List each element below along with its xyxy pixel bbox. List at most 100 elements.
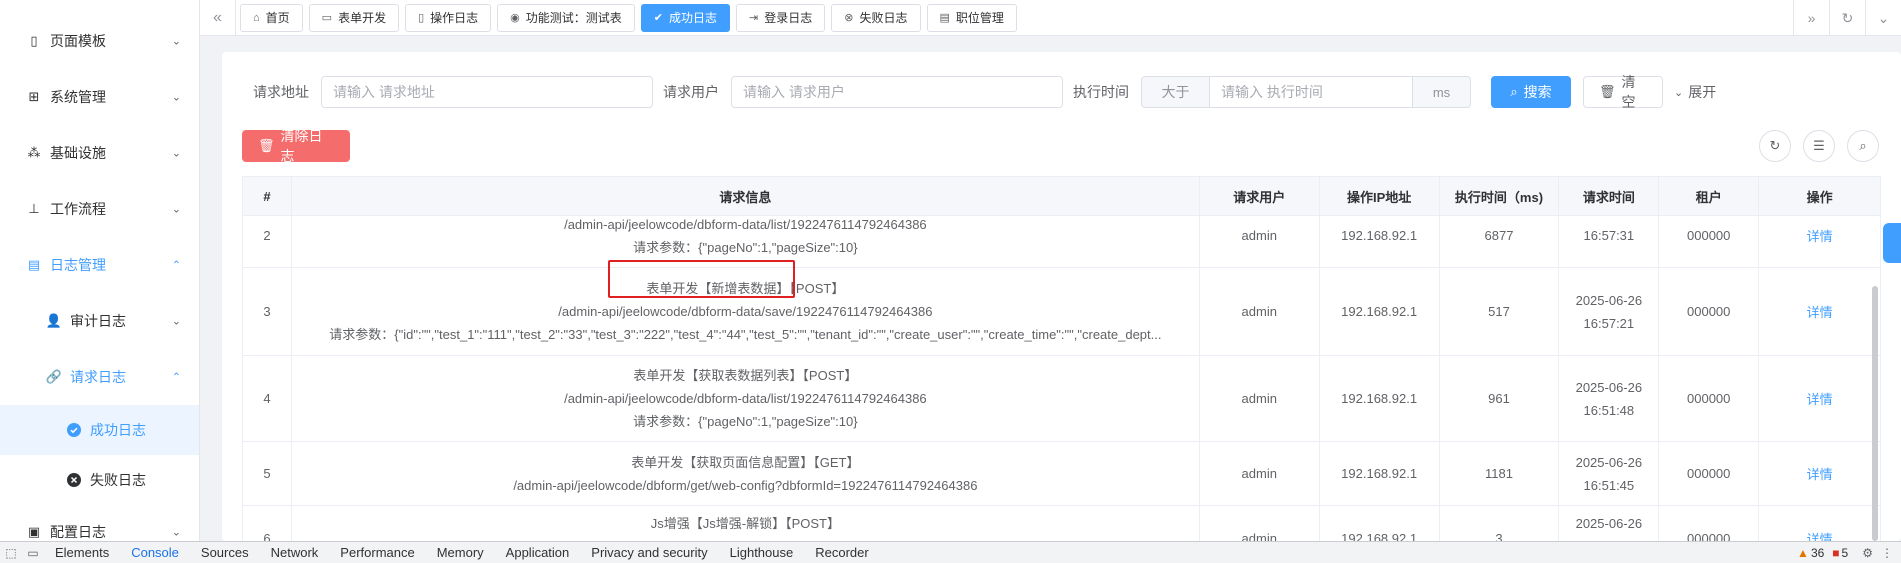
device-toggle-icon[interactable]: ▭ <box>22 546 44 560</box>
sidebar-item-success-log[interactable]: 成功日志 <box>0 405 199 455</box>
cell-user: admin <box>1200 506 1320 541</box>
close-circle-icon: ⊗ <box>844 12 854 24</box>
tab-home[interactable]: ⌂ 首页 <box>240 3 303 32</box>
user-input[interactable]: 请输入 请求用户 <box>731 76 1063 108</box>
form-icon: ▭ <box>321 12 333 24</box>
url-input[interactable]: 请输入 请求地址 <box>321 76 653 108</box>
tab-form-dev[interactable]: ▭ 表单开发 <box>308 3 400 32</box>
devtools-tab-application[interactable]: Application <box>495 542 581 563</box>
clear-button[interactable]: 🗑 清空 <box>1583 74 1663 110</box>
detail-link[interactable]: 详情 <box>1759 506 1880 542</box>
cell-request-info: 表单开发【新增表数据】【POST】 /admin-api/jeelowcode/… <box>292 268 1200 355</box>
time-compare-select[interactable]: 大于 <box>1141 76 1209 108</box>
sidebar-item-page-templates[interactable]: ▯ 页面模板 ⌄ <box>0 16 199 66</box>
tabs-scroll-left-button[interactable]: « <box>200 0 236 36</box>
tab-failure-log[interactable]: ⊗ 失败日志 <box>831 3 921 32</box>
sidebar-item-label: 审计日志 <box>70 313 126 329</box>
sidebar-item-infrastructure[interactable]: ⁂ 基础设施 ⌄ <box>0 128 199 178</box>
clear-logs-button[interactable]: 🗑 清除日志 <box>242 128 350 164</box>
detail-link[interactable]: 详情 <box>1759 268 1880 355</box>
time-input[interactable]: 请输入 执行时间 <box>1209 76 1413 108</box>
more-icon[interactable]: ⋮ <box>1881 546 1893 560</box>
detail-link[interactable]: 详情 <box>1759 356 1880 441</box>
cell-duration: 3 <box>1440 506 1560 541</box>
col-request-info: 请求信息 <box>292 177 1200 216</box>
cell-duration: 517 <box>1440 268 1560 355</box>
sidebar-item-system[interactable]: ⊞ 系统管理 ⌄ <box>0 72 199 122</box>
sidebar-item-audit-log[interactable]: 👤 审计日志 ⌄ <box>0 296 199 346</box>
inspect-icon[interactable]: ⬚ <box>0 546 22 560</box>
tab-login-log[interactable]: ⇥ 登录日志 <box>736 3 826 32</box>
refresh-button[interactable]: ↻ <box>1759 130 1791 162</box>
refresh-tab-button[interactable]: ↻ <box>1829 0 1865 36</box>
link-icon: 🔗 <box>45 369 63 384</box>
devtools-tab-privacy[interactable]: Privacy and security <box>580 542 718 563</box>
tab-success-log[interactable]: ✔ 成功日志 <box>640 3 731 32</box>
sidebar-item-config-log[interactable]: ▣ 配置日志 ⌄ <box>0 507 199 541</box>
detail-link[interactable]: 详情 <box>1759 442 1880 505</box>
errors-count: 5 <box>1841 546 1849 560</box>
toggle-search-button[interactable]: ⌕ <box>1847 130 1879 162</box>
search-button[interactable]: ⌕ 搜索 <box>1491 76 1571 108</box>
request-date: 2025-06-26 <box>1575 292 1643 308</box>
workflow-icon: ⊥ <box>28 201 40 216</box>
devtools-tab-elements[interactable]: Elements <box>44 542 120 563</box>
devtools-tab-sources[interactable]: Sources <box>190 542 260 563</box>
request-title: 表单开发【获取页面信息配置】【GET】 <box>631 454 860 470</box>
col-ip: 操作IP地址 <box>1320 177 1440 216</box>
cell-time: 2025-06-26 16:51:45 <box>1559 442 1660 505</box>
tab-operation-log[interactable]: ▯ 操作日志 <box>405 3 492 32</box>
user-label: 请求用户 <box>663 84 719 100</box>
request-url: /admin-api/jeelowcode/dbform-data/list/1… <box>564 391 927 406</box>
errors-badge[interactable]: ■ 5 <box>1832 546 1848 560</box>
devtools-tab-network[interactable]: Network <box>260 542 330 563</box>
cell-index: 3 <box>243 268 292 355</box>
tab-function-test[interactable]: ◉ 功能测试：测试表 <box>497 3 635 32</box>
search-icon: ⌕ <box>1859 138 1867 153</box>
devtools-tab-recorder[interactable]: Recorder <box>804 542 879 563</box>
clear-button-label: 清空 <box>1621 74 1636 110</box>
sidebar-item-label: 系统管理 <box>50 89 106 105</box>
devtools-status: ▲ 36 ■ 5 ⚙ ⋮ <box>1789 542 1893 563</box>
sidebar-item-failure-log[interactable]: 失败日志 <box>0 455 199 505</box>
tab-menu-button[interactable]: ⌄ <box>1865 0 1901 36</box>
cell-tenant: 000000 <box>1659 268 1760 355</box>
double-chevron-left-icon: « <box>213 8 222 26</box>
cell-ip: 192.168.92.1 <box>1320 356 1440 441</box>
table-row: 3 表单开发【新增表数据】【POST】 /admin-api/jeelowcod… <box>243 268 1880 356</box>
document-icon: ▯ <box>30 33 38 48</box>
warnings-count: 36 <box>1810 546 1825 560</box>
double-chevron-right-icon: » <box>1807 10 1816 26</box>
chevron-down-icon: ⌄ <box>171 526 181 539</box>
table-scrollbar[interactable] <box>1872 286 1878 541</box>
chevron-down-icon: ⌄ <box>1877 9 1890 26</box>
tabs-bar: « ⌂ 首页 ▭ 表单开发 ▯ 操作日志 ◉ 功能测试：测试表 ✔ 成功日志 ⇥ 登录日志 … <box>200 0 1901 36</box>
tabs-list: ⌂ 首页 ▭ 表单开发 ▯ 操作日志 ◉ 功能测试：测试表 ✔ 成功日志 ⇥ 登录日志 ⊗ 失… <box>236 3 1023 32</box>
sidebar-item-request-log[interactable]: 🔗 请求日志 ⌃ <box>0 352 199 402</box>
chevron-up-icon: ⌃ <box>171 371 181 384</box>
gear-icon[interactable]: ⚙ <box>1862 546 1873 560</box>
sidebar-item-log-management[interactable]: ▤ 日志管理 ⌃ <box>0 240 199 290</box>
cell-ip: 192.168.92.1 <box>1320 506 1440 541</box>
request-params: 请求参数：{"id":"","test_1":"111","test_2":"3… <box>329 327 1162 342</box>
warnings-badge[interactable]: ▲ 36 <box>1797 546 1824 560</box>
devtools-tab-memory[interactable]: Memory <box>426 542 495 563</box>
devtools-tab-console[interactable]: Console <box>120 542 190 563</box>
chevron-down-icon: ⌄ <box>171 147 181 160</box>
settings-float-button[interactable] <box>1883 223 1901 263</box>
request-url: /admin-api/jeelowcode/dbform/get/web-con… <box>513 477 978 493</box>
tabs-scroll-right-button[interactable]: » <box>1793 0 1829 36</box>
tab-position-management[interactable]: ▤ 职位管理 <box>926 3 1017 32</box>
cell-duration: 961 <box>1440 356 1560 441</box>
grid-icon: ⊞ <box>28 89 40 104</box>
expand-button[interactable]: ⌄ 展开 <box>1674 76 1716 108</box>
col-duration: 执行时间（ms) <box>1440 177 1560 216</box>
devtools-tab-performance[interactable]: Performance <box>329 542 425 563</box>
column-settings-button[interactable]: ☰ <box>1803 130 1835 162</box>
cell-request-info: 表单开发【获取表数据列表】【POST】 /admin-api/jeelowcod… <box>292 356 1200 441</box>
sidebar-item-workflow[interactable]: ⊥ 工作流程 ⌄ <box>0 184 199 234</box>
sidebar-item-label: 工作流程 <box>50 201 106 217</box>
document-icon: ▯ <box>418 12 425 24</box>
devtools-tab-lighthouse[interactable]: Lighthouse <box>719 542 805 563</box>
time-input-group: 大于 请输入 执行时间 ms <box>1141 76 1471 108</box>
